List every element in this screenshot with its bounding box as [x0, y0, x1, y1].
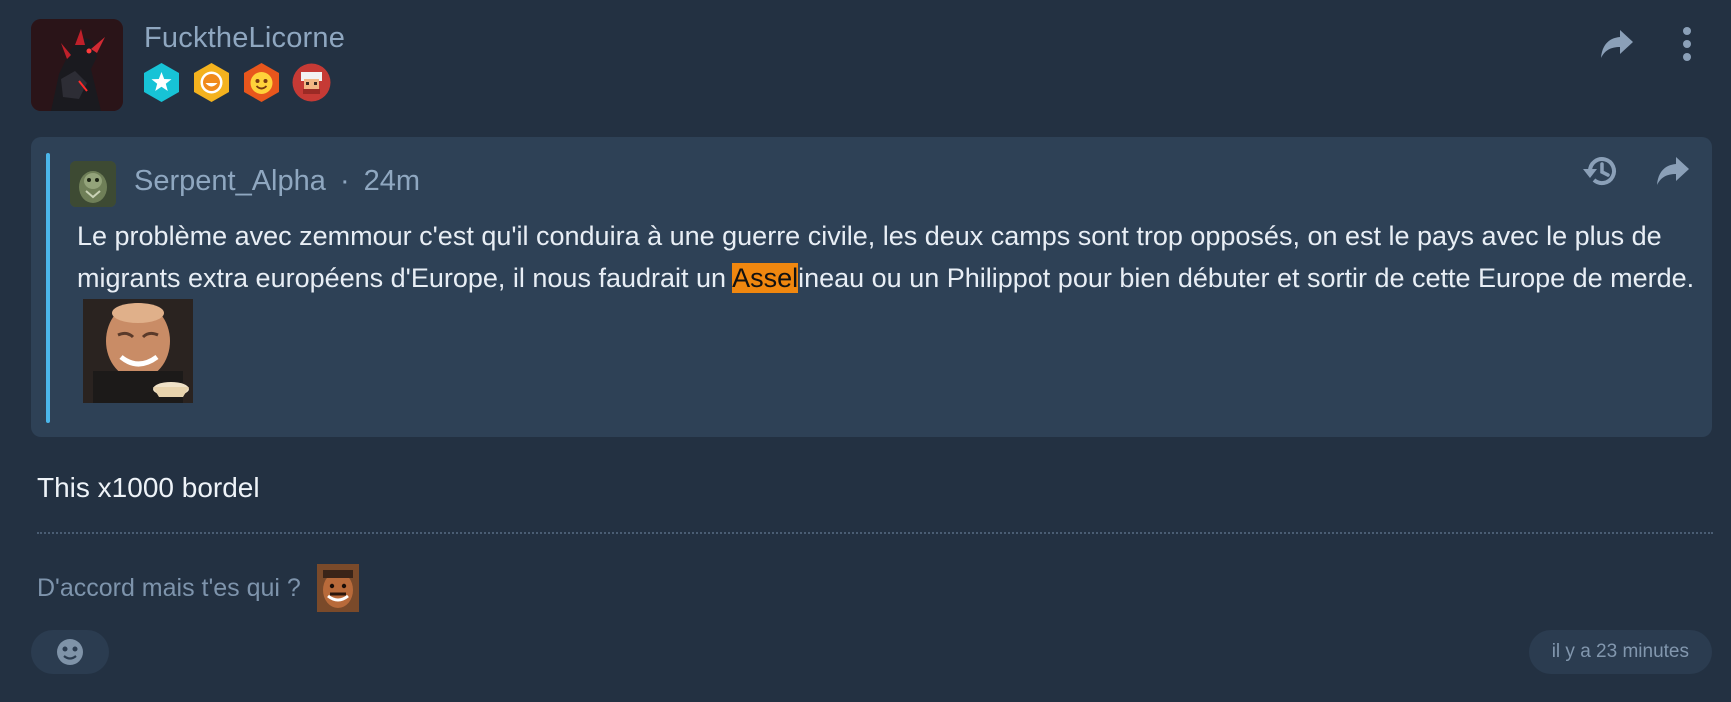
quote-share-icon[interactable]: [1656, 155, 1690, 187]
signature-text: D'accord mais t'es qui ?: [37, 573, 301, 602]
quote-text: Le problème avec zemmour c'est qu'il con…: [77, 215, 1697, 403]
search-highlight: Assel: [732, 263, 799, 293]
quote-age: 24m: [363, 165, 421, 197]
meta-separator: ·: [339, 165, 350, 197]
quote-text-after: ineau ou un Philippot pour bien débuter …: [798, 263, 1695, 293]
sticker-image[interactable]: [83, 299, 193, 403]
post-body: This x1000 bordel: [37, 472, 260, 503]
signature: D'accord mais t'es qui ?: [37, 564, 359, 612]
author-avatar[interactable]: [31, 19, 123, 111]
badge-list: [141, 62, 332, 103]
quote-accent-bar: [46, 153, 50, 423]
forum-post: FucktheLicorne Serpent_Alpha · 24m Le pr…: [0, 0, 1731, 702]
history-icon[interactable]: [1581, 153, 1619, 189]
pixel-face-badge-icon[interactable]: [291, 62, 332, 103]
emoji-badge-icon[interactable]: [241, 62, 282, 103]
signature-sticker: [316, 564, 359, 612]
quote-author-name[interactable]: Serpent_Alpha: [134, 165, 326, 197]
more-options-icon[interactable]: [1680, 26, 1694, 62]
share-icon[interactable]: [1600, 28, 1634, 60]
author-name[interactable]: FucktheLicorne: [144, 22, 345, 55]
quoted-message: Serpent_Alpha · 24m Le problème avec zem…: [31, 137, 1712, 437]
smile-badge-icon[interactable]: [191, 62, 232, 103]
quote-author-avatar[interactable]: [70, 161, 116, 207]
add-reaction-button[interactable]: [31, 630, 109, 674]
star-badge-icon[interactable]: [141, 62, 182, 103]
add-reaction-icon: [57, 639, 83, 665]
post-timestamp[interactable]: il y a 23 minutes: [1528, 630, 1712, 674]
signature-divider: [37, 532, 1713, 534]
quote-meta: Serpent_Alpha · 24m: [134, 165, 420, 198]
